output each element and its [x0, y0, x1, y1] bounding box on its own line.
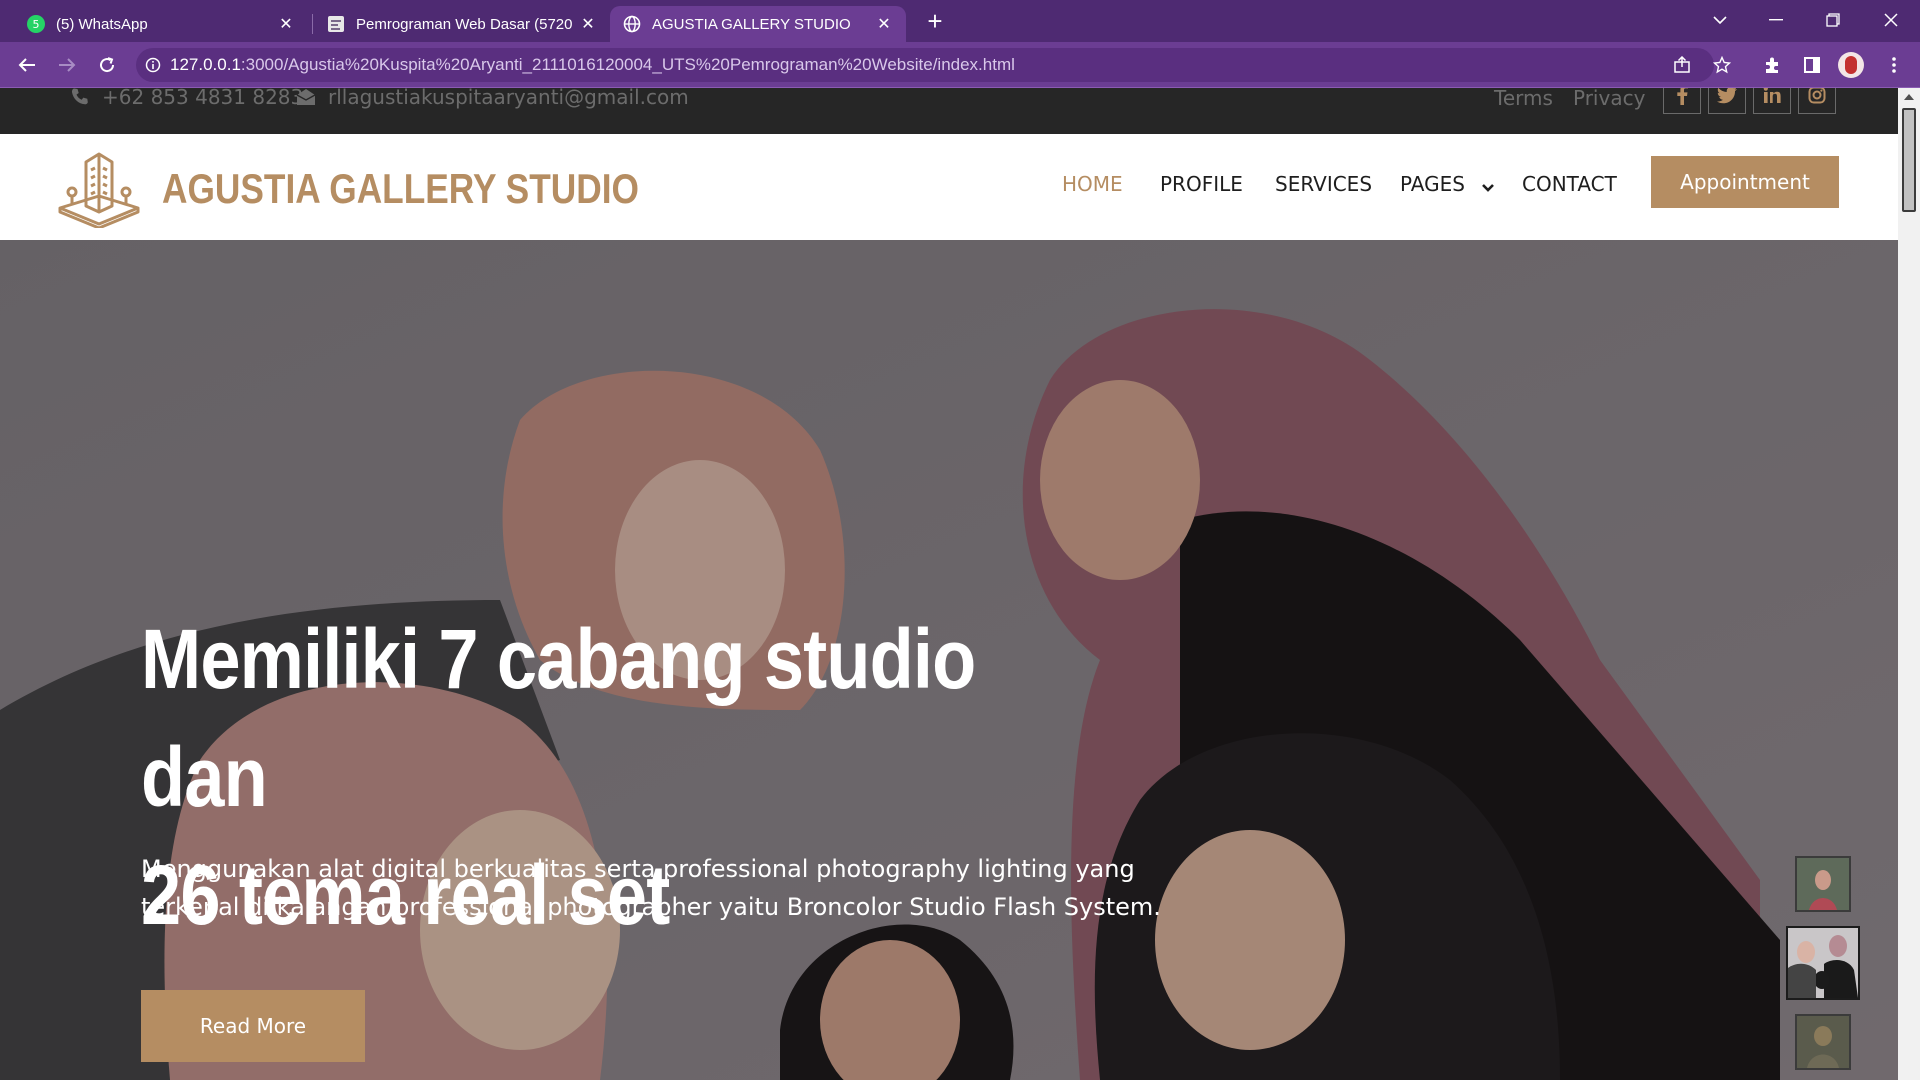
hero-description-line: Menggunakan alat digital berkualitas ser… — [141, 855, 1135, 883]
tab-separator — [312, 14, 313, 34]
carousel-thumbnail-active[interactable] — [1786, 926, 1860, 1000]
tab-search-icon[interactable] — [1700, 6, 1740, 34]
hero-carousel: Memiliki 7 cabang studio dan 26 tema rea… — [0, 240, 1898, 1080]
tab-title: (5) WhatsApp — [56, 15, 148, 33]
document-icon — [326, 14, 346, 34]
nav-services[interactable]: SERVICES — [1275, 172, 1372, 196]
hero-title-line: Memiliki 7 cabang studio dan — [141, 612, 976, 824]
scrollbar-thumb[interactable] — [1902, 108, 1916, 212]
carousel-thumbnail[interactable] — [1795, 856, 1851, 912]
nav-home[interactable]: HOME — [1062, 172, 1123, 196]
close-icon[interactable]: ✕ — [874, 14, 894, 34]
brand-name: AGUSTIA GALLERY STUDIO — [162, 165, 639, 212]
page-scrollbar[interactable] — [1898, 88, 1920, 1080]
nav-pages-label: PAGES — [1400, 172, 1465, 196]
scroll-up-arrow-icon[interactable] — [1904, 94, 1914, 100]
back-icon[interactable] — [13, 51, 41, 79]
tab-whatsapp[interactable]: 5 (5) WhatsApp ✕ — [14, 6, 308, 42]
minimize-icon[interactable] — [1756, 6, 1796, 34]
browser-toolbar: 127.0.0.1:3000/Agustia%20Kuspita%20Aryan… — [0, 42, 1920, 88]
close-window-icon[interactable] — [1871, 6, 1911, 34]
tab-title: AGUSTIA GALLERY STUDIO — [652, 15, 851, 33]
privacy-link[interactable]: Privacy — [1573, 88, 1645, 110]
nav-profile[interactable]: PROFILE — [1160, 172, 1243, 196]
forward-icon[interactable] — [53, 51, 81, 79]
browser-menu-icon[interactable] — [1880, 51, 1908, 79]
carousel-thumbnail[interactable] — [1795, 1014, 1851, 1070]
info-icon[interactable] — [136, 57, 170, 73]
facebook-icon[interactable] — [1663, 88, 1701, 114]
web-page: +62 853 4831 8283 rllagustiakuspitaaryan… — [0, 88, 1898, 1080]
phone-number: +62 853 4831 8283 — [102, 88, 304, 109]
chevron-down-icon — [1481, 174, 1495, 198]
close-icon[interactable]: ✕ — [578, 14, 598, 34]
top-info-bar: +62 853 4831 8283 rllagustiakuspitaaryan… — [0, 88, 1898, 134]
main-navbar: AGUSTIA GALLERY STUDIO HOME PROFILE SERV… — [0, 134, 1898, 240]
whatsapp-icon: 5 — [26, 14, 46, 34]
phone-icon — [71, 88, 88, 105]
terms-link[interactable]: Terms — [1494, 88, 1553, 110]
tab-title: Pemrograman Web Dasar (5720 — [356, 15, 573, 33]
appointment-button[interactable]: Appointment — [1651, 156, 1839, 208]
extensions-puzzle-icon[interactable] — [1758, 51, 1786, 79]
tab-agustia[interactable]: AGUSTIA GALLERY STUDIO ✕ — [610, 6, 906, 42]
browser-tab-bar: 5 (5) WhatsApp ✕ Pemrograman Web Dasar (… — [0, 0, 1920, 42]
profile-avatar[interactable] — [1838, 52, 1864, 78]
envelope-icon — [296, 89, 316, 105]
email-contact: rllagustiakuspitaaryanti@gmail.com — [296, 88, 689, 109]
linkedin-icon[interactable] — [1753, 88, 1791, 114]
url-text: 127.0.0.1:3000/Agustia%20Kuspita%20Aryan… — [170, 55, 1015, 74]
read-more-button[interactable]: Read More — [141, 990, 365, 1062]
tab-pemrograman[interactable]: Pemrograman Web Dasar (5720 ✕ — [314, 6, 610, 42]
twitter-icon[interactable] — [1708, 88, 1746, 114]
building-logo-icon — [58, 152, 140, 228]
svg-text:5: 5 — [33, 18, 40, 31]
address-bar[interactable]: 127.0.0.1:3000/Agustia%20Kuspita%20Aryan… — [136, 48, 1714, 82]
close-icon[interactable]: ✕ — [276, 14, 296, 34]
new-tab-icon[interactable]: + — [922, 8, 948, 35]
reload-icon[interactable] — [93, 51, 121, 79]
carousel-thumbnails — [1786, 856, 1862, 1076]
instagram-icon[interactable] — [1798, 88, 1836, 114]
hero-description: Menggunakan alat digital berkualitas ser… — [141, 850, 1161, 926]
email-address: rllagustiakuspitaaryanti@gmail.com — [328, 88, 689, 109]
restore-icon[interactable] — [1813, 6, 1853, 34]
nav-pages[interactable]: PAGES — [1400, 172, 1495, 198]
nav-contact[interactable]: CONTACT — [1522, 172, 1617, 196]
side-panel-icon[interactable] — [1798, 51, 1826, 79]
globe-icon — [622, 14, 642, 34]
brand[interactable]: AGUSTIA GALLERY STUDIO — [58, 150, 730, 228]
bookmark-star-icon[interactable] — [1708, 51, 1736, 79]
hero-description-line: terkenal di kalangan professional photog… — [141, 893, 1161, 921]
phone-contact: +62 853 4831 8283 — [70, 88, 304, 109]
share-icon[interactable] — [1668, 51, 1696, 79]
